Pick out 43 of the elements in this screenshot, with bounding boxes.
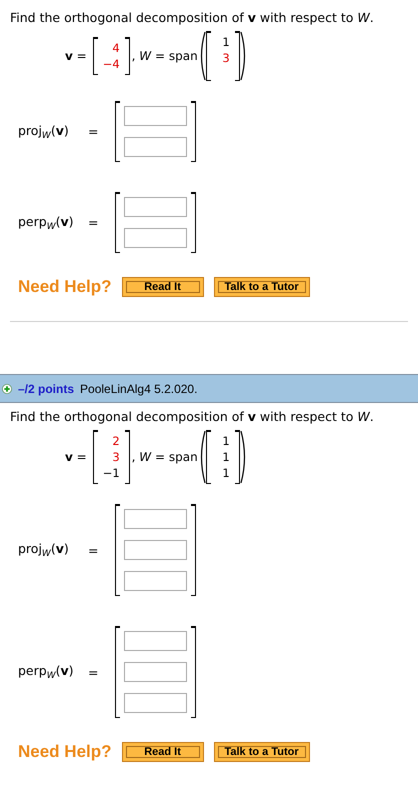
vector-label: v = [65, 450, 87, 464]
answer-field[interactable] [124, 631, 187, 651]
answer-label: proj$_{W}$(v) [18, 541, 70, 559]
answer-field[interactable] [124, 197, 187, 217]
answer-field[interactable] [124, 662, 187, 682]
equals-sign: = [88, 215, 100, 230]
read-it-button[interactable]: Read It [122, 742, 204, 762]
equals-sign: = [88, 542, 100, 558]
tutor-button[interactable]: Talk to a Tutor [214, 277, 310, 297]
equals-sign: = [88, 664, 100, 680]
matrix-entry: 1 [221, 433, 230, 449]
matrix-entry: 3 [221, 50, 230, 66]
question-source: PooleLinAlg4 5.2.020. [80, 382, 198, 396]
matrix-entry: 1 [221, 465, 230, 481]
span-label: , W = span [132, 450, 198, 464]
answer-label: perp$_{W}$(v) [18, 214, 75, 232]
need-help-label: Need Help? [18, 277, 112, 297]
matrix-entry: −4 [102, 56, 120, 72]
matrix-entry: 3 [111, 449, 120, 465]
answer-field[interactable] [124, 137, 187, 157]
answer-label: proj$_{W}$(v) [18, 122, 70, 140]
answer-field[interactable] [124, 571, 187, 591]
answer-field[interactable] [124, 693, 187, 713]
matrix-entry: 2 [111, 433, 120, 449]
question-prompt: Find the orthogonal decomposition of v with respect to W. [10, 10, 375, 25]
span-label: , W = span [132, 49, 198, 63]
matrix-entry: 1 [221, 34, 230, 50]
matrix-entry: −1 [102, 465, 120, 481]
answer-label: perp$_{W}$(v) [18, 663, 75, 681]
points-text: –/2 points [18, 382, 74, 396]
answer-field[interactable] [124, 509, 187, 529]
equals-sign: = [88, 124, 100, 139]
answer-field[interactable] [124, 106, 187, 126]
read-it-button[interactable]: Read It [122, 277, 204, 297]
need-help-label: Need Help? [18, 742, 112, 762]
answer-field[interactable] [124, 540, 187, 560]
matrix-entry: 4 [111, 40, 120, 56]
vector-label: v = [65, 49, 87, 63]
tutor-button[interactable]: Talk to a Tutor [214, 742, 310, 762]
question-prompt: Find the orthogonal decomposition of v with respect to W. [10, 409, 375, 424]
plus-icon[interactable] [2, 384, 12, 394]
answer-field[interactable] [124, 228, 187, 248]
matrix-entry: 1 [221, 449, 230, 465]
